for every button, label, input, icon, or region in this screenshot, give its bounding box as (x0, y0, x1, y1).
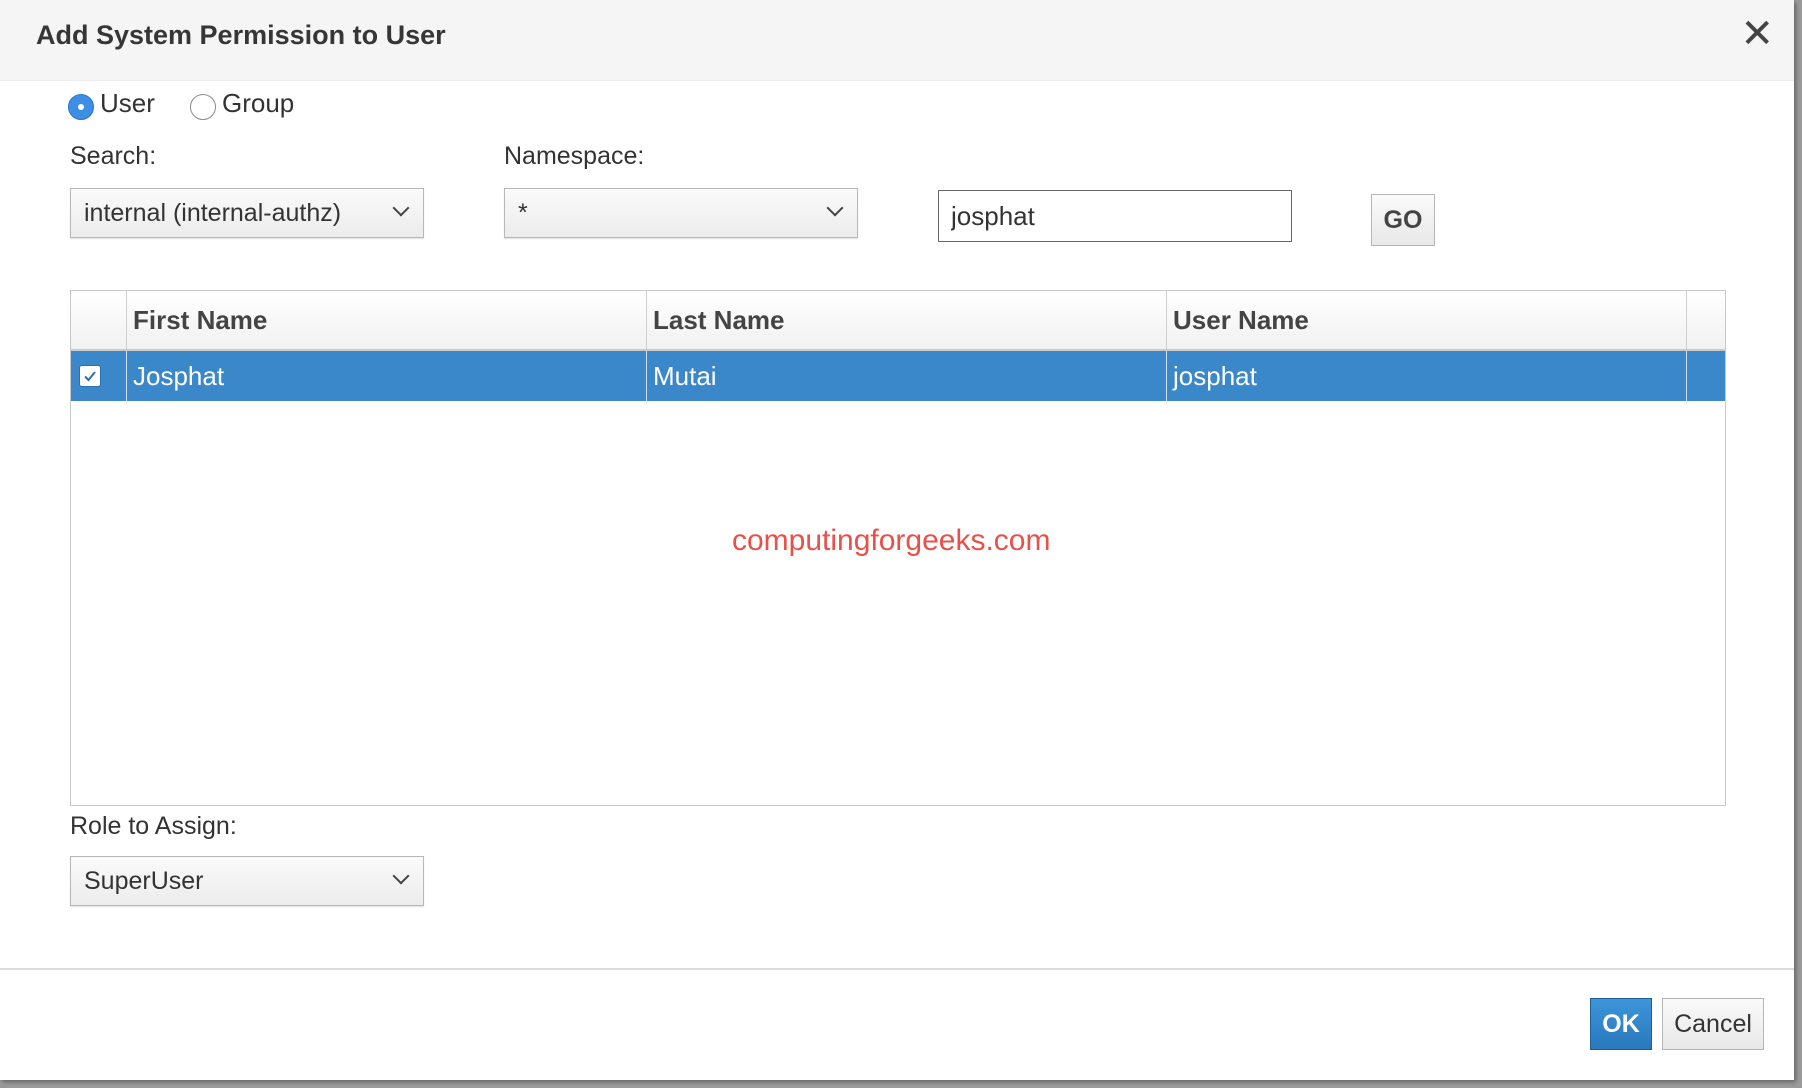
search-provider-value: internal (internal-authz) (84, 199, 342, 227)
column-header-user-name[interactable]: User Name (1167, 291, 1687, 349)
group-radio[interactable] (190, 94, 216, 120)
namespace-value: * (518, 199, 528, 227)
go-button[interactable]: GO (1371, 194, 1435, 246)
cancel-button[interactable]: Cancel (1662, 998, 1764, 1050)
select-column-header (71, 291, 127, 349)
column-header-first-name[interactable]: First Name (127, 291, 647, 349)
ok-button[interactable]: OK (1590, 998, 1652, 1050)
namespace-label: Namespace: (504, 142, 645, 170)
row-select-cell[interactable] (71, 351, 127, 401)
table-row[interactable]: Josphat Mutai josphat (71, 351, 1725, 401)
add-permission-dialog: Add System Permission to User ✕ User Gro… (0, 0, 1794, 1080)
cell-last-name: Mutai (647, 351, 1167, 401)
search-input[interactable] (938, 190, 1292, 242)
table-header: First Name Last Name User Name (71, 291, 1725, 351)
spacer-column-header (1687, 291, 1725, 349)
group-radio-label[interactable]: Group (222, 88, 294, 119)
dialog-title: Add System Permission to User (36, 20, 446, 50)
search-label: Search: (70, 142, 157, 170)
namespace-select[interactable]: * (504, 188, 858, 238)
chevron-down-icon (392, 867, 410, 885)
user-radio-label[interactable]: User (100, 88, 155, 119)
role-value: SuperUser (84, 867, 204, 895)
cell-spacer (1687, 351, 1725, 401)
dialog-header: Add System Permission to User ✕ (0, 0, 1794, 81)
chevron-down-icon (826, 199, 844, 217)
watermark-text: computingforgeeks.com (732, 524, 1051, 557)
column-header-last-name[interactable]: Last Name (647, 291, 1167, 349)
role-label: Role to Assign: (70, 812, 237, 840)
role-select[interactable]: SuperUser (70, 856, 424, 906)
cell-first-name: Josphat (127, 351, 647, 401)
checkmark-icon (84, 371, 96, 382)
row-checkbox[interactable] (79, 365, 101, 387)
user-radio[interactable] (68, 94, 94, 120)
search-provider-select[interactable]: internal (internal-authz) (70, 188, 424, 238)
chevron-down-icon (392, 199, 410, 217)
footer-divider (0, 968, 1794, 970)
cell-user-name: josphat (1167, 351, 1687, 401)
close-icon[interactable]: ✕ (1740, 14, 1774, 54)
